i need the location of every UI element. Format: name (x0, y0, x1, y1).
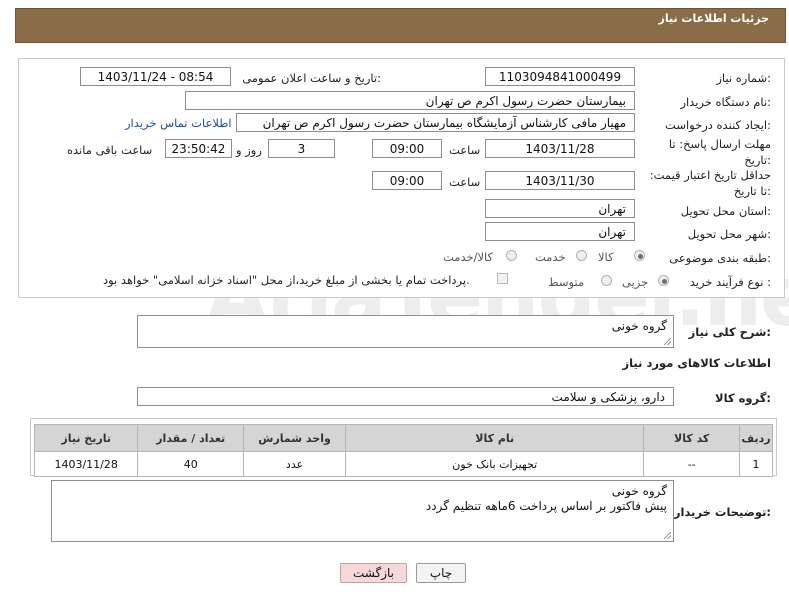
cell-name: تجهیزات بانک خون (345, 451, 645, 477)
deadline-label: مهلت ارسال پاسخ: تا تاریخ: (641, 136, 771, 168)
goods-group-field: دارو، پزشکی و سلامت (137, 387, 674, 406)
table-row: 1 -- تجهیزات بانک خون عدد 40 1403/11/28 (33, 451, 773, 477)
category-radio-goods[interactable] (634, 250, 645, 261)
buyer-notes-line-2: پیش فاکتور بر اساس پرداخت 6ماهه تنظیم گر… (425, 499, 667, 513)
goods-table-header: ردیف کد کالا نام کالا واحد شمارش تعداد /… (33, 424, 773, 452)
col-qty-header: تعداد / مقدار (137, 424, 245, 452)
treasury-payment-note: پرداخت تمام یا بخشی از مبلغ خرید،از محل … (103, 273, 470, 287)
city-field: تهران (485, 222, 635, 241)
need-number-field: 1103094841000499 (485, 67, 635, 86)
days-label: روز و (236, 143, 262, 157)
process-radio-minor[interactable] (658, 275, 669, 286)
validity-label: حداقل تاریخ اعتبار قیمت: تا تاریخ: (641, 167, 771, 199)
validity-label-text: حداقل تاریخ اعتبار قیمت: تا تاریخ: (649, 168, 771, 198)
creator-label: ایجاد کننده درخواست: (665, 118, 771, 132)
goods-table: ردیف کد کالا نام کالا واحد شمارش تعداد /… (33, 424, 773, 477)
category-option-both: کالا/خدمت (443, 250, 494, 264)
goods-section-title: اطلاعات کالاهای مورد نیاز (622, 356, 771, 370)
cell-row-number: 1 (739, 451, 773, 477)
deadline-date-field: 1403/11/28 (485, 139, 635, 158)
category-option-service: خدمت (535, 250, 566, 264)
announce-label: تاریخ و ساعت اعلان عمومی: (242, 71, 381, 85)
cell-qty: 40 (137, 451, 245, 477)
print-button[interactable]: چاپ (416, 563, 466, 583)
treasury-payment-checkbox[interactable] (497, 273, 508, 284)
resize-grip-icon[interactable] (664, 532, 671, 539)
summary-text: گروه خونی (611, 319, 667, 333)
deadline-label-text: مهلت ارسال پاسخ: تا تاریخ: (668, 137, 771, 167)
need-number-label: شماره نیاز: (716, 71, 771, 85)
city-label: شهر محل تحویل: (687, 227, 771, 241)
process-option-minor: جزیی (622, 275, 649, 289)
col-name-header: نام کالا (345, 424, 645, 452)
deadline-time-field: 09:00 (372, 139, 442, 158)
summary-label: شرح کلی نیاز: (688, 325, 771, 339)
process-radio-medium[interactable] (601, 275, 612, 286)
cell-unit: عدد (243, 451, 347, 477)
buyer-notes-line-1: گروه خونی (611, 484, 667, 498)
buyer-notes-label: توضیحات خریدار: (673, 505, 771, 519)
creator-field: مهیار مافی کارشناس آزمایشگاه بیمارستان ح… (236, 113, 635, 132)
cell-code: -- (643, 451, 741, 477)
col-code-header: کد کالا (643, 424, 741, 452)
province-label: استان محل تحویل: (680, 204, 771, 218)
announce-field: 1403/11/24 - 08:54 (80, 67, 231, 86)
days-count-field: 3 (268, 139, 335, 158)
back-button[interactable]: بازگشت (340, 563, 407, 583)
page-title: جزئیات اطلاعات نیاز (658, 12, 770, 25)
category-radio-both[interactable] (506, 250, 517, 261)
category-label: طبقه بندی موضوعی: (669, 251, 771, 265)
category-radio-service[interactable] (576, 250, 587, 261)
validity-time-field: 09:00 (372, 171, 442, 190)
deadline-time-label: ساعت (449, 143, 481, 157)
validity-date-field: 1403/11/30 (485, 171, 635, 190)
buyer-org-label: نام دستگاه خریدار: (680, 95, 771, 109)
cell-date: 1403/11/28 (33, 451, 139, 477)
process-label: نوع فرآیند خرید : (689, 275, 771, 289)
remaining-time-field: 23:50:42 (165, 139, 232, 158)
col-row-header: ردیف (739, 424, 773, 452)
col-unit-header: واحد شمارش (243, 424, 347, 452)
col-date-header: تاریخ نیاز (33, 424, 139, 452)
buyer-notes-textarea: گروه خونی پیش فاکتور بر اساس پرداخت 6ماه… (51, 480, 674, 542)
buyer-contact-link[interactable]: اطلاعات تماس خریدار (125, 116, 232, 130)
buyer-org-field: بیمارستان حضرت رسول اکرم ص تهران (185, 91, 635, 110)
province-field: تهران (485, 199, 635, 218)
summary-textarea: گروه خونی (137, 315, 674, 348)
remaining-label: ساعت باقی مانده (67, 143, 153, 157)
process-option-medium: متوسط (548, 275, 585, 289)
goods-group-label: گروه کالا: (715, 391, 771, 405)
validity-time-label: ساعت (449, 175, 481, 189)
resize-grip-icon[interactable] (664, 338, 671, 345)
category-option-goods: کالا (598, 250, 614, 264)
